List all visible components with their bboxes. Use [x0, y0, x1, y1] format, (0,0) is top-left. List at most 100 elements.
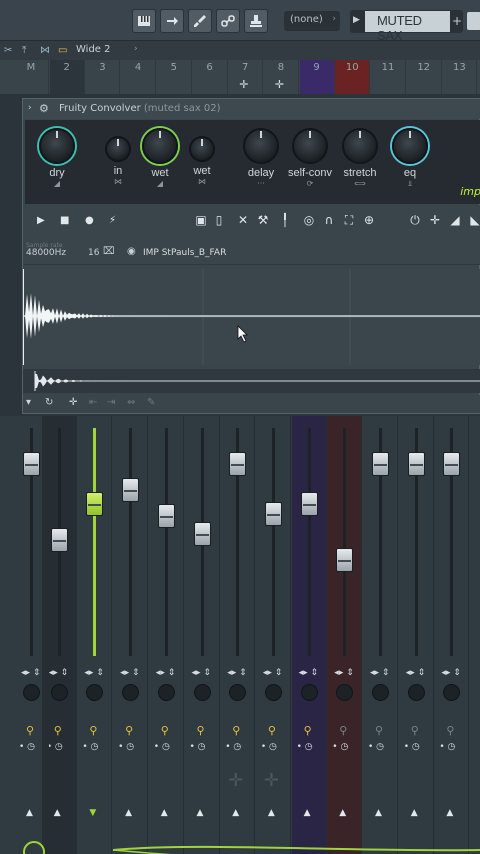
pan-knob[interactable]: [300, 684, 318, 701]
track-number-2[interactable]: 2: [49, 60, 85, 94]
stereo-swap-icon[interactable]: ◂▸ ⇕: [227, 668, 246, 678]
track-number-M[interactable]: M: [14, 60, 49, 94]
bowtie-icon[interactable]: ⋈: [40, 45, 50, 56]
track-number-11[interactable]: 11: [371, 60, 406, 94]
stereo-width-label[interactable]: Wide 2: [76, 44, 111, 55]
fx-enable-icon[interactable]: ⚲: [268, 724, 276, 737]
track-number-6[interactable]: 6: [193, 60, 228, 94]
fx-enable-icon[interactable]: ⚲: [89, 724, 97, 737]
stereo-swap-icon[interactable]: ◂▸ ⇕: [406, 668, 425, 678]
fx-enable-icon[interactable]: ⚲: [339, 724, 347, 737]
stereo-swap-icon[interactable]: ◂▸ ⇕: [263, 668, 282, 678]
piano-icon[interactable]: [132, 9, 156, 33]
fx-enable-icon[interactable]: ⚲: [375, 724, 383, 737]
stereo-swap-icon[interactable]: ◂▸ ⇕: [21, 668, 40, 678]
volume-fader[interactable]: [193, 522, 211, 546]
record-arm-icon[interactable]: • ◷: [190, 742, 206, 752]
track-number-5[interactable]: 5: [157, 60, 192, 94]
track-number-3[interactable]: 3: [85, 60, 121, 94]
snap-right-icon[interactable]: ⇔: [127, 397, 135, 408]
wrench-icon[interactable]: ⚒: [255, 213, 271, 231]
volume-fader[interactable]: [372, 452, 389, 476]
plugin-title-bar[interactable]: › ⚙ Fruity Convolver (muted sax 02): [23, 99, 480, 119]
knob-stretch[interactable]: stretch ⟺: [335, 128, 385, 188]
volume-fader[interactable]: [50, 528, 68, 552]
fx-enable-icon[interactable]: ⚲: [446, 724, 454, 737]
volume-fader[interactable]: [23, 452, 40, 476]
stereo-swap-icon[interactable]: ◂▸ ⇕: [334, 668, 353, 678]
save-icon[interactable]: ▣: [193, 213, 209, 231]
pan-knob[interactable]: [443, 684, 461, 701]
ramp-icon[interactable]: ◢: [447, 213, 463, 231]
knob-wet-stereo[interactable]: wet ⋈: [177, 128, 227, 186]
add-icon[interactable]: +: [452, 14, 462, 28]
fx-enable-icon[interactable]: ⚲: [26, 724, 34, 737]
stamp-icon[interactable]: [244, 9, 268, 33]
fx-enable-icon[interactable]: ⚲: [161, 724, 169, 737]
pan-knob[interactable]: [50, 684, 68, 701]
pan-knob[interactable]: [264, 684, 282, 701]
pan-knob[interactable]: [86, 684, 104, 701]
volume-fader[interactable]: [157, 504, 175, 528]
chevron-right-icon[interactable]: ›: [134, 44, 138, 54]
record-arm-icon[interactable]: • ◷: [332, 742, 348, 752]
arrow-icon[interactable]: [160, 9, 184, 33]
move-icon[interactable]: ✛: [69, 397, 77, 408]
channel-name[interactable]: MUTED SAX: [365, 11, 450, 43]
volume-fader[interactable]: [336, 548, 354, 572]
pan-knob[interactable]: [193, 684, 211, 701]
record-arm-icon[interactable]: • ◷: [118, 742, 134, 752]
fx-enable-icon[interactable]: ⚲: [197, 724, 205, 737]
play-icon[interactable]: ▶: [37, 215, 45, 226]
mixer-channel-selector[interactable]: ▶ MUTED SAX +: [350, 10, 463, 43]
record-arm-icon[interactable]: • ◷: [47, 742, 63, 752]
volume-fader[interactable]: [229, 452, 247, 476]
track-number-7[interactable]: 7 ✛: [228, 60, 264, 94]
track-number-9[interactable]: 9: [299, 60, 335, 94]
knob-delay[interactable]: delay ···: [236, 128, 286, 188]
brush-icon[interactable]: [188, 9, 212, 33]
refresh-icon[interactable]: ↻: [45, 397, 53, 408]
volume-fader[interactable]: [122, 478, 140, 502]
folder-icon[interactable]: ▭: [58, 45, 67, 56]
record-arm-icon[interactable]: • ◷: [297, 742, 313, 752]
zoom-icon[interactable]: ⊕: [361, 213, 377, 231]
lightning-icon[interactable]: ⚡: [109, 215, 116, 226]
link-icon[interactable]: [216, 9, 240, 33]
impulse-response-name[interactable]: IMP StPauls_B_FAR: [143, 248, 226, 258]
record-arm-icon[interactable]: • ◷: [404, 742, 420, 752]
track-number-13[interactable]: 13: [442, 60, 478, 94]
stereo-swap-icon[interactable]: ◂▸ ⇕: [370, 668, 389, 678]
pan-knob[interactable]: [407, 684, 425, 701]
record-icon[interactable]: ●: [85, 215, 94, 226]
record-arm-icon[interactable]: • ◷: [225, 742, 241, 752]
record-arm-icon[interactable]: • ◷: [261, 742, 277, 752]
fit-icon[interactable]: ⛶: [341, 213, 357, 231]
fx-enable-icon[interactable]: ⚲: [232, 724, 240, 737]
pan-knob[interactable]: [372, 684, 389, 701]
stereo-swap-icon[interactable]: ◂▸ ⇕: [84, 668, 103, 678]
track-number-4[interactable]: 4: [121, 60, 157, 94]
disk-icon[interactable]: ◉: [127, 246, 136, 257]
file-icon[interactable]: ▯: [211, 213, 227, 231]
track-number-12[interactable]: 12: [407, 60, 442, 94]
volume-fader[interactable]: [264, 502, 282, 526]
stereo-swap-icon[interactable]: ◂▸ ⇕: [192, 668, 211, 678]
scissors-icon[interactable]: ✂: [4, 45, 12, 56]
volume-fader[interactable]: [443, 452, 461, 476]
chevron-right-icon[interactable]: ›: [28, 103, 32, 113]
snap-left-icon[interactable]: ⇤: [89, 397, 97, 408]
stereo-swap-icon[interactable]: ◂▸ ⇕: [299, 668, 318, 678]
stereo-swap-icon[interactable]: ◂▸ ⇕: [120, 668, 139, 678]
knob-eq[interactable]: eq ⫫: [385, 128, 435, 189]
volume-fader[interactable]: [86, 492, 104, 516]
record-arm-icon[interactable]: • ◷: [154, 742, 170, 752]
up-arrow-icon[interactable]: ⤒: [22, 45, 26, 56]
fx-enable-icon[interactable]: ⚲: [54, 724, 62, 737]
track-number-8[interactable]: 8 ✛: [264, 60, 299, 94]
play-arrow-icon[interactable]: ▶: [353, 15, 360, 25]
pan-knob[interactable]: [229, 684, 247, 701]
magnet-icon[interactable]: ∩: [321, 213, 337, 231]
record-arm-icon[interactable]: • ◷: [82, 742, 98, 752]
pencil-icon[interactable]: ✎: [147, 397, 155, 408]
